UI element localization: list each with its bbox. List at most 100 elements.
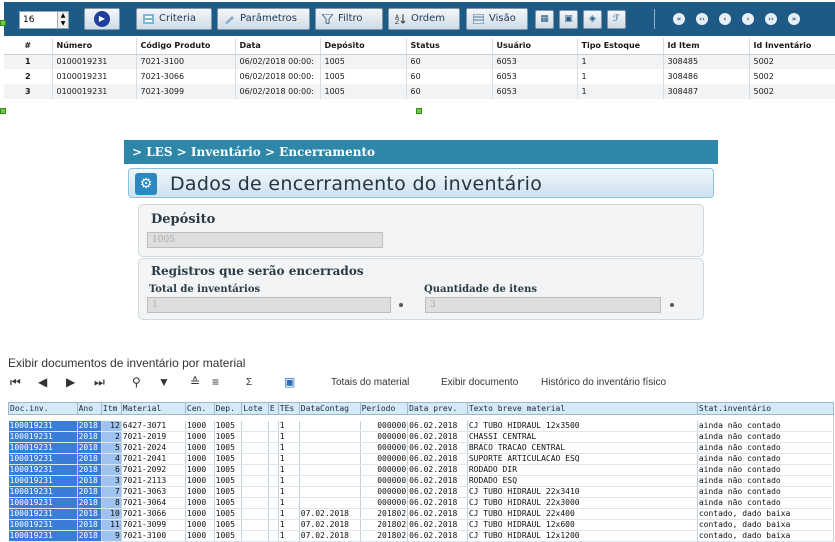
table-row[interactable]: 100019231 2018 3 7021-2113 1000 1005 1 000000 06… (8, 475, 835, 487)
col-lote[interactable]: Lote (241, 402, 269, 415)
col-stat-inventario[interactable]: Stat.inventário (696, 402, 835, 415)
historico-button[interactable]: Histórico do inventário físico (541, 376, 666, 390)
resize-handle[interactable] (0, 108, 6, 114)
page-size-stepper[interactable]: 16 ▲ ▼ (19, 11, 69, 29)
criteria-button[interactable]: Criteria (136, 8, 212, 30)
table-row[interactable]: 2 0100019231 7021-3066 06/02/2018 00:00: 100… (4, 69, 835, 84)
first-icon[interactable]: ⏮ (10, 374, 21, 390)
col-data-prev[interactable]: Data prev. (407, 402, 468, 415)
col-data[interactable]: Data (235, 38, 321, 55)
resize-handle[interactable] (416, 108, 422, 114)
stepper-arrows[interactable]: ▲ ▼ (57, 12, 68, 28)
resize-handle[interactable] (0, 20, 6, 26)
prev-icon[interactable]: ◀ (38, 374, 47, 390)
totais-button[interactable]: Totais do material (331, 376, 409, 390)
gear-icon: ⚙ (135, 173, 157, 195)
alv-toolbar: ⏮ ◀ ▶ ⏭ ⚲ ▼ ≙ ≡ Σ ▣ Totais do material E… (8, 374, 828, 392)
col-deposito[interactable]: Depósito (320, 38, 407, 55)
col-datacontag[interactable]: DataContag (298, 402, 361, 415)
page-size-value: 16 (23, 15, 35, 25)
page-title: Dados de encerramento do inventário (170, 173, 543, 195)
table-row[interactable]: 100019231 2018 2 7021-2019 1000 1005 1 000000 06… (8, 431, 835, 443)
inventory-table: # Número Código Produto Data Depósito St… (4, 38, 835, 99)
deposito-section: Depósito 1005 (138, 204, 704, 257)
prev-page-icon[interactable]: ‹ (719, 13, 731, 25)
visao-button[interactable]: Visão (466, 8, 528, 30)
table-row[interactable]: 100019231 2018 4 7021-2041 1000 1005 1 000000 06… (8, 453, 835, 465)
table-row[interactable]: 100019231 2018 8 7021-3064 1000 1005 1 000000 06… (8, 497, 835, 509)
parametros-button[interactable]: Parâmetros (217, 8, 310, 30)
play-icon: ▶ (94, 11, 110, 27)
col-tipo-estoque[interactable]: Tipo Estoque (577, 38, 664, 55)
toolbar-separator (654, 9, 655, 29)
tools-icon[interactable]: ℱ (607, 10, 626, 29)
registros-section: Registros que serão encerrados Total de … (138, 258, 704, 320)
col-ano[interactable]: Ano (76, 402, 102, 415)
table-row[interactable]: 100019231 2018 10 7021-3066 1000 1005 1 07.02.2… (8, 508, 835, 520)
inventory-documents-table: Doc.inv. Ano Itm Material Cen. Dep. Lote… (8, 402, 835, 542)
closing-panel: > LES > Inventário > Encerramento ⚙ Dado… (124, 140, 718, 329)
col-tes[interactable]: TEs (277, 402, 300, 415)
table-row[interactable]: 100019231 2018 9 7021-3100 1000 1005 1 07.02.20… (8, 530, 835, 542)
quantidade-label: Quantidade de itens (424, 284, 537, 295)
table-row[interactable]: 100019231 2018 11 7021-3099 1000 1005 1 07.02.2… (8, 519, 835, 531)
table-row[interactable]: 100019231 2018 6 7021-2092 1000 1005 1 000000 06… (8, 464, 835, 476)
total-field[interactable]: 1 (147, 297, 391, 313)
funnel-icon (322, 14, 333, 24)
deposito-heading: Depósito (151, 212, 216, 227)
expand-icon[interactable]: ◈ (583, 10, 602, 29)
col-material[interactable]: Material (120, 402, 186, 415)
view-icon (473, 14, 484, 24)
filter-icon[interactable]: ▼ (158, 374, 170, 390)
col-periodo[interactable]: Período (359, 402, 409, 415)
col-id-inventario[interactable]: Id Inventário (749, 38, 835, 55)
sort-az-icon: AZ (395, 14, 406, 24)
table-row[interactable]: 100019231 2018 7 7021-3063 1000 1005 1 000000 06… (8, 486, 835, 498)
sum-icon[interactable]: Σ (246, 376, 252, 390)
pencil-icon (225, 16, 234, 24)
panel-header: ⚙ Dados de encerramento do inventário (128, 168, 714, 198)
prev-block-icon[interactable]: ‹‹ (696, 13, 708, 25)
info-icon[interactable]: ▣ (284, 374, 295, 390)
next-icon[interactable]: ▶ (66, 374, 75, 390)
table-row[interactable]: 1 0100019231 7021-3100 06/02/2018 00:00: 100… (4, 54, 835, 69)
table-header: Doc.inv. Ano Itm Material Cen. Dep. Lote… (8, 402, 835, 415)
report-title: Exibir documentos de inventário por mate… (8, 356, 246, 370)
sort-descending-icon[interactable]: ≡ (212, 374, 219, 390)
table-row[interactable]: 3 0100019231 7021-3099 06/02/2018 00:00: 100… (4, 84, 835, 99)
status-dot-icon (399, 303, 403, 307)
col-numero[interactable]: Número (52, 38, 137, 55)
table-header: # Número Código Produto Data Depósito St… (4, 38, 835, 55)
quantidade-field[interactable]: 3 (425, 297, 661, 313)
next-page-icon[interactable]: › (742, 13, 754, 25)
col-itm[interactable]: Itm (100, 402, 122, 415)
export-icon[interactable]: ▦ (535, 10, 554, 29)
col-codigo-produto[interactable]: Código Produto (136, 38, 236, 55)
col-index[interactable]: # (4, 38, 53, 55)
col-texto-breve[interactable]: Texto breve material (466, 402, 698, 415)
col-id-item[interactable]: Id Item (663, 38, 750, 55)
save-icon[interactable]: ▣ (559, 10, 578, 29)
criteria-icon (143, 14, 154, 24)
deposito-field[interactable]: 1005 (147, 232, 383, 248)
table-row[interactable]: 100019231 2018 12 6427-3071 1000 1005 1 000000 0… (8, 420, 835, 432)
find-icon[interactable]: ⚲ (132, 374, 141, 390)
svg-text:Z: Z (395, 19, 399, 24)
col-doc-inv[interactable]: Doc.inv. (8, 402, 78, 415)
run-button[interactable]: ▶ (84, 8, 120, 30)
grid-toolbar: 16 ▲ ▼ ▶ Criteria Parâmetros Filtro AZ Or… (4, 2, 835, 36)
next-block-icon[interactable]: ›› (765, 13, 777, 25)
last-page-icon[interactable]: » (788, 13, 800, 25)
col-usuario[interactable]: Usuário (492, 38, 578, 55)
filtro-button[interactable]: Filtro (315, 8, 383, 30)
col-e[interactable]: E (267, 402, 279, 415)
exibir-documento-button[interactable]: Exibir documento (441, 376, 518, 390)
col-dep[interactable]: Dep. (213, 402, 243, 415)
col-cen[interactable]: Cen. (184, 402, 215, 415)
ordem-button[interactable]: AZ Ordem (388, 8, 460, 30)
first-page-icon[interactable]: « (673, 13, 685, 25)
last-icon[interactable]: ⏭ (94, 374, 105, 390)
sort-ascending-icon[interactable]: ≙ (190, 374, 200, 390)
col-status[interactable]: Status (406, 38, 493, 55)
table-row[interactable]: 100019231 2018 5 7021-2024 1000 1005 1 000000 06… (8, 442, 835, 454)
